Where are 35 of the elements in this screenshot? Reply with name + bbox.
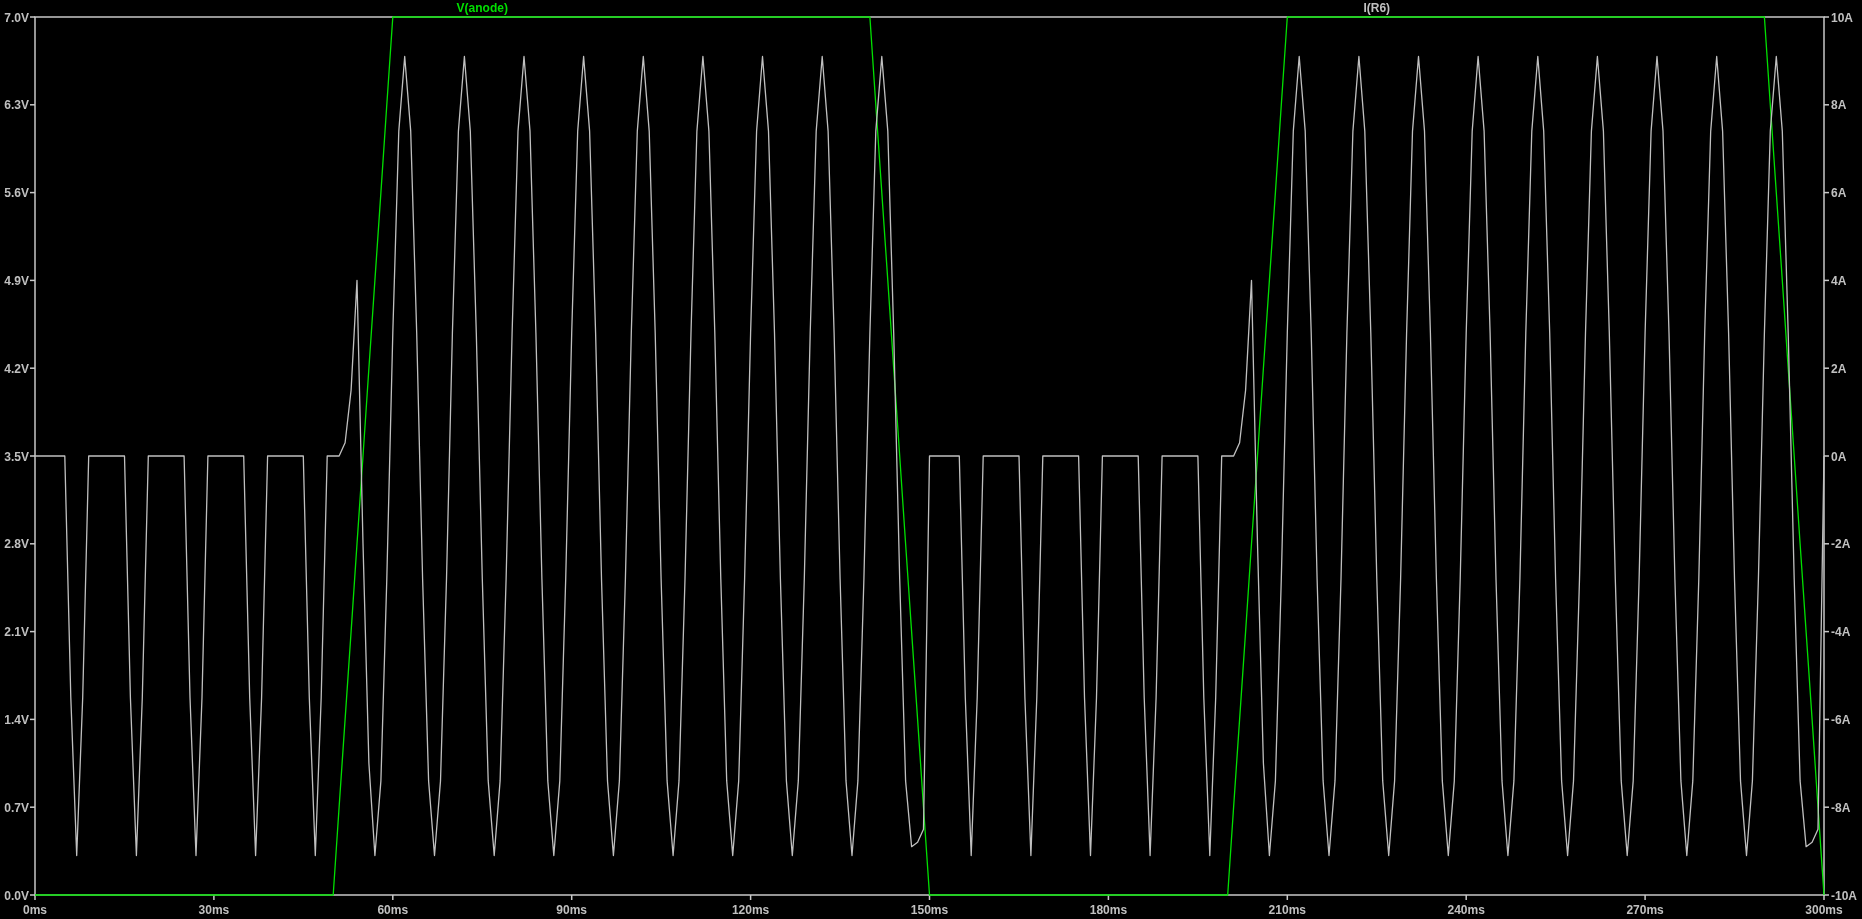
y-tick-label: 3.5V xyxy=(4,449,29,464)
y-tick-label: 4.9V xyxy=(4,273,29,288)
trace-label[interactable]: V(anode) xyxy=(456,1,508,15)
y-tick-label: -6A xyxy=(1831,712,1851,727)
x-tick-label: 150ms xyxy=(910,903,949,917)
y-tick-label: -8A xyxy=(1831,800,1851,815)
y-tick-label: 10A xyxy=(1831,10,1853,25)
y-tick-label: 2.1V xyxy=(4,625,29,640)
x-tick-label: 0ms xyxy=(23,903,47,917)
y-tick-label: 2A xyxy=(1831,361,1847,376)
y-tick-label: -2A xyxy=(1831,537,1851,552)
x-tick-label: 300ms xyxy=(1805,903,1843,917)
y-tick-label: 7.0V xyxy=(4,10,29,25)
y-tick-label: 4A xyxy=(1831,273,1847,288)
trace-label[interactable]: I(R6) xyxy=(1363,1,1391,15)
x-tick-label: 60ms xyxy=(377,903,409,917)
y-tick-label: 8A xyxy=(1831,98,1847,113)
x-tick-label: 90ms xyxy=(556,903,588,917)
x-tick-label: 120ms xyxy=(731,903,770,917)
y-tick-label: 6A xyxy=(1831,186,1847,201)
y-tick-label: 0A xyxy=(1831,449,1847,464)
y-tick-label: -4A xyxy=(1831,625,1851,640)
y-tick-label: -10A xyxy=(1831,888,1857,903)
y-tick-label: 6.3V xyxy=(4,98,29,113)
x-tick-label: 180ms xyxy=(1089,903,1128,917)
y-tick-label: 0.7V xyxy=(4,800,29,815)
x-tick-label: 210ms xyxy=(1268,903,1306,917)
y-tick-label: 2.8V xyxy=(4,537,29,552)
y-tick-label: 4.2V xyxy=(4,361,29,376)
x-tick-label: 240ms xyxy=(1447,903,1485,917)
x-tick-label: 270ms xyxy=(1626,903,1664,917)
x-tick-label: 30ms xyxy=(198,903,230,917)
y-tick-label: 0.0V xyxy=(4,888,29,903)
y-tick-label: 5.6V xyxy=(4,186,29,201)
y-tick-label: 1.4V xyxy=(4,712,29,727)
